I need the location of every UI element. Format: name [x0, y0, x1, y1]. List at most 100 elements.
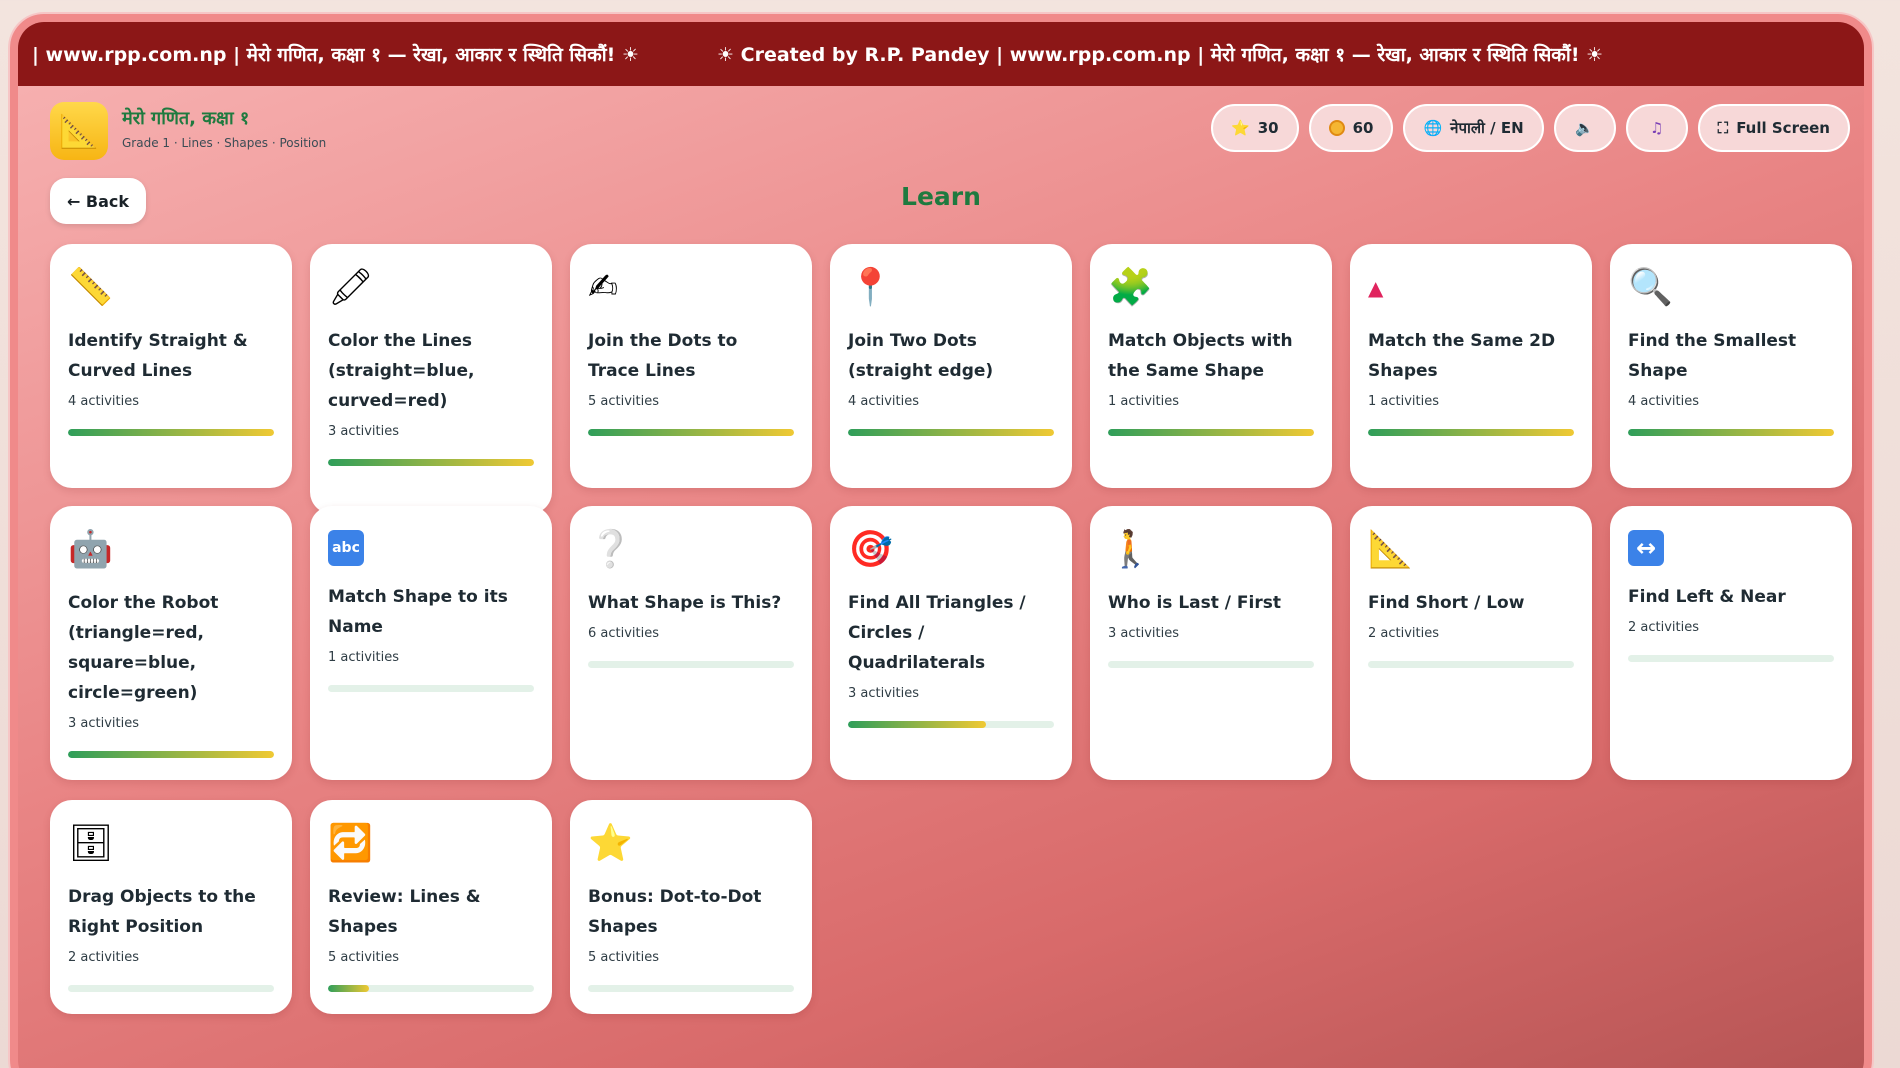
progress-bar	[848, 721, 1054, 728]
progress-bar	[68, 429, 274, 436]
progress-bar	[1108, 429, 1314, 436]
stars-counter: ⭐ 30	[1211, 104, 1299, 152]
lesson-card[interactable]: 📏 Identify Straight & Curved Lines 4 activ…	[50, 244, 292, 488]
progress-bar	[588, 661, 794, 668]
progress-fill	[328, 985, 370, 992]
lesson-title: What Shape is This?	[588, 593, 782, 613]
lesson-icon: 🚶	[1108, 529, 1153, 570]
activity-count: 1 activities	[1368, 394, 1440, 409]
progress-fill	[848, 429, 1054, 436]
lesson-icon: 🎯	[848, 529, 893, 570]
progress-bar	[1368, 429, 1574, 436]
lesson-title: Find Left & Near	[1628, 587, 1786, 607]
activity-count: 3 activities	[68, 716, 140, 731]
progress-bar	[848, 429, 1054, 436]
lesson-icon: 📍	[848, 267, 893, 308]
lesson-title: Color the Lines (straight=blue, curved=r…	[328, 331, 475, 411]
lesson-title: Find the Smallest Shape	[1628, 331, 1797, 381]
sound-toggle[interactable]: 🔈	[1553, 104, 1616, 152]
lesson-card[interactable]: 🔍 Find the Smallest Shape 4 activities	[1610, 244, 1852, 488]
app-subtitle: Grade 1 · Lines · Shapes · Position	[122, 136, 327, 150]
activity-count: 5 activities	[588, 950, 660, 965]
star-icon: ⭐	[1231, 119, 1250, 137]
lesson-icon: 📐	[1368, 529, 1413, 570]
lesson-card[interactable]: abc Match Shape to its Name 1 activities	[310, 506, 552, 780]
lesson-card[interactable]: 🤖 Color the Robot (triangle=red, square=b…	[50, 506, 292, 780]
stars-value: 30	[1257, 119, 1279, 137]
activity-count: 5 activities	[588, 394, 660, 409]
lesson-icon: ✍	[588, 267, 619, 308]
page-title: Learn	[901, 182, 981, 211]
lesson-icon: ↔	[1628, 530, 1664, 566]
app-title: मेरो गणित, कक्षा १	[122, 108, 250, 129]
lesson-card[interactable]: ❔ What Shape is This? 6 activities	[570, 506, 812, 780]
progress-bar	[1628, 655, 1834, 662]
activity-count: 3 activities	[1108, 626, 1180, 641]
app-frame: | www.rpp.com.np | मेरो गणित, कक्षा १ — …	[10, 14, 1872, 1068]
language-toggle[interactable]: 🌐 नेपाली / EN	[1403, 104, 1544, 152]
lesson-title: Drag Objects to the Right Position	[68, 887, 256, 937]
progress-bar	[1108, 661, 1314, 668]
lesson-title: Join Two Dots (straight edge)	[848, 331, 994, 381]
coins-counter: 60	[1308, 104, 1394, 152]
music-toggle[interactable]: ♫	[1625, 104, 1688, 152]
lesson-card[interactable]: ✍ Join the Dots to Trace Lines 5 activitie…	[570, 244, 812, 488]
lesson-card[interactable]: 🗄 Drag Objects to the Right Position 2 act…	[50, 800, 292, 1014]
lesson-card[interactable]: 🧩 Match Objects with the Same Shape 1 acti…	[1090, 244, 1332, 488]
lesson-card[interactable]: ↔ Find Left & Near 2 activities	[1610, 506, 1852, 780]
speaker-icon: 🔈	[1575, 119, 1595, 137]
activity-count: 2 activities	[68, 950, 140, 965]
lesson-card[interactable]: 🔁 Review: Lines & Shapes 5 activities	[310, 800, 552, 1014]
lesson-icon: 🗄	[68, 823, 114, 864]
progress-bar	[68, 751, 274, 758]
progress-fill	[588, 429, 794, 436]
lesson-title: Bonus: Dot-to-Dot Shapes	[588, 887, 762, 937]
lesson-icon: 🔁	[328, 823, 373, 864]
lesson-card[interactable]: 🖍 Color the Lines (straight=blue, curved=…	[310, 244, 552, 514]
lesson-card[interactable]: ⭐ Bonus: Dot-to-Dot Shapes 5 activities	[570, 800, 812, 1014]
lesson-card[interactable]: 🎯 Find All Triangles / Circles / Quadrila…	[830, 506, 1072, 780]
lesson-card[interactable]: 📐 Find Short / Low 2 activities	[1350, 506, 1592, 780]
progress-fill	[68, 751, 274, 758]
activity-count: 4 activities	[848, 394, 920, 409]
progress-fill	[1108, 429, 1314, 436]
lesson-icon: ▲	[1368, 276, 1384, 300]
app-header: 📐 मेरो गणित, कक्षा १ Grade 1 · Lines · S…	[18, 86, 1864, 186]
ruler-triangle-icon: 📐	[50, 102, 108, 160]
header-controls: ⭐ 30 60 🌐 नेपाली / EN 🔈 ♫ ⛶ Full Screen	[1211, 104, 1850, 152]
activity-count: 1 activities	[328, 650, 400, 665]
activity-count: 1 activities	[1108, 394, 1180, 409]
lesson-title: Review: Lines & Shapes	[328, 887, 481, 937]
expand-icon: ⛶	[1717, 119, 1729, 137]
lesson-icon: 🧩	[1108, 267, 1153, 308]
fullscreen-label: Full Screen	[1736, 119, 1830, 137]
progress-fill	[328, 459, 534, 466]
progress-bar	[328, 459, 534, 466]
progress-fill	[848, 721, 987, 728]
lesson-title: Join the Dots to Trace Lines	[588, 331, 738, 381]
lesson-title: Find All Triangles / Circles / Quadrilat…	[848, 593, 1026, 673]
progress-bar	[588, 985, 794, 992]
lesson-title: Identify Straight & Curved Lines	[68, 331, 248, 381]
globe-icon: 🌐	[1423, 119, 1443, 137]
coin-icon	[1328, 120, 1345, 136]
progress-bar	[328, 985, 534, 992]
lesson-icon: 🤖	[68, 529, 113, 570]
lesson-title: Match the Same 2D Shapes	[1368, 331, 1556, 381]
lesson-card[interactable]: 🚶 Who is Last / First 3 activities	[1090, 506, 1332, 780]
lesson-title: Who is Last / First	[1108, 593, 1281, 613]
lesson-title: Match Shape to its Name	[328, 587, 508, 637]
activity-count: 3 activities	[328, 424, 400, 439]
progress-bar	[588, 429, 794, 436]
lesson-icon: ⭐	[588, 823, 633, 864]
progress-fill	[68, 429, 274, 436]
ticker-banner: | www.rpp.com.np | मेरो गणित, कक्षा १ — …	[18, 22, 1864, 86]
lesson-card[interactable]: 📍 Join Two Dots (straight edge) 4 activiti…	[830, 244, 1072, 488]
lesson-card[interactable]: ▲ Match the Same 2D Shapes 1 activities	[1350, 244, 1592, 488]
progress-bar	[328, 685, 534, 692]
ticker-item: ☀ Created by R.P. Pandey | www.rpp.com.n…	[716, 44, 1604, 66]
lesson-title: Find Short / Low	[1368, 593, 1525, 613]
fullscreen-button[interactable]: ⛶ Full Screen	[1697, 104, 1850, 152]
activity-count: 6 activities	[588, 626, 660, 641]
lesson-icon: 🔍	[1628, 267, 1673, 308]
